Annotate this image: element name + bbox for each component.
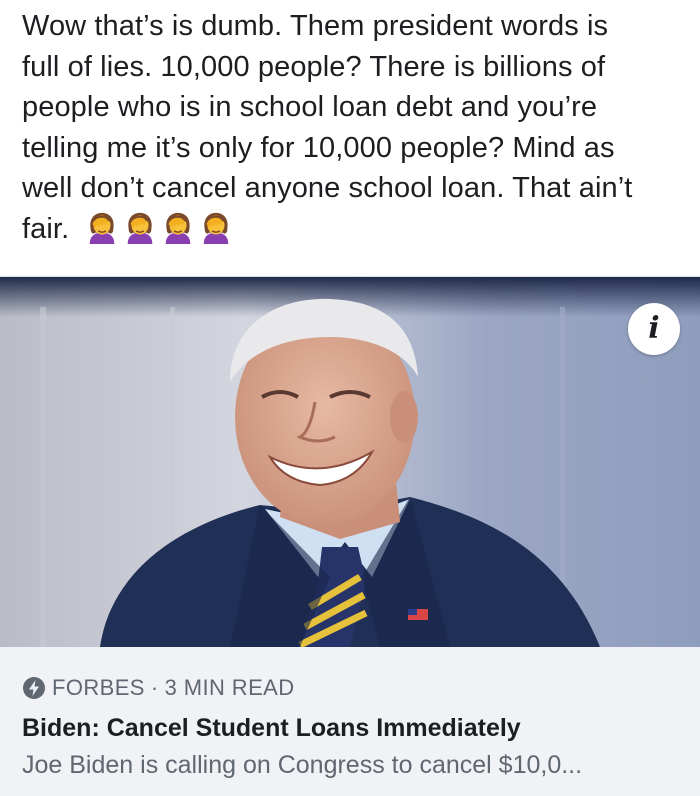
post-text-line: fair.	[22, 212, 70, 245]
link-card-meta[interactable]: FORBES · 3 MIN READ Biden: Cancel Studen…	[0, 647, 700, 796]
source-separator: ·	[150, 675, 159, 700]
post-text: Wow that’s is dumb. Them president words…	[22, 6, 692, 272]
woman-facepalming-icon	[166, 212, 191, 244]
post-text-line: telling me it’s only for 10,000 people? …	[22, 131, 615, 164]
article-description: Joe Biden is calling on Congress to canc…	[22, 751, 583, 779]
woman-facepalming-icon	[90, 212, 115, 244]
source-name: FORBES	[52, 675, 145, 700]
post-text-line: well don’t cancel anyone school loan. Th…	[22, 172, 633, 204]
read-time: 3 MIN READ	[164, 675, 295, 700]
woman-facepalming-icon	[204, 212, 229, 244]
post-text-line: Wow that’s is dumb. Them president words…	[22, 10, 609, 42]
post-text-line: people who is in school loan debt and yo…	[22, 91, 598, 123]
article-headline[interactable]: Biden: Cancel Student Loans Immediately	[22, 714, 521, 743]
person-photo	[0, 277, 700, 647]
emoji-row	[85, 210, 233, 244]
woman-facepalming-icon	[128, 212, 153, 244]
link-preview-card[interactable]: i FORBES · 3 MIN READ Biden: Cancel Stud…	[0, 276, 700, 796]
source-row: FORBES · 3 MIN READ	[22, 675, 295, 701]
lightning-bolt-icon	[23, 677, 45, 699]
article-image[interactable]: i	[0, 277, 700, 647]
info-button[interactable]: i	[628, 303, 680, 355]
facebook-post: Wow that’s is dumb. Them president words…	[0, 0, 700, 796]
post-text-last-line: fair.	[22, 209, 692, 250]
post-text-line: full of lies. 10,000 people? There is bi…	[22, 50, 606, 83]
info-icon: i	[648, 311, 660, 346]
